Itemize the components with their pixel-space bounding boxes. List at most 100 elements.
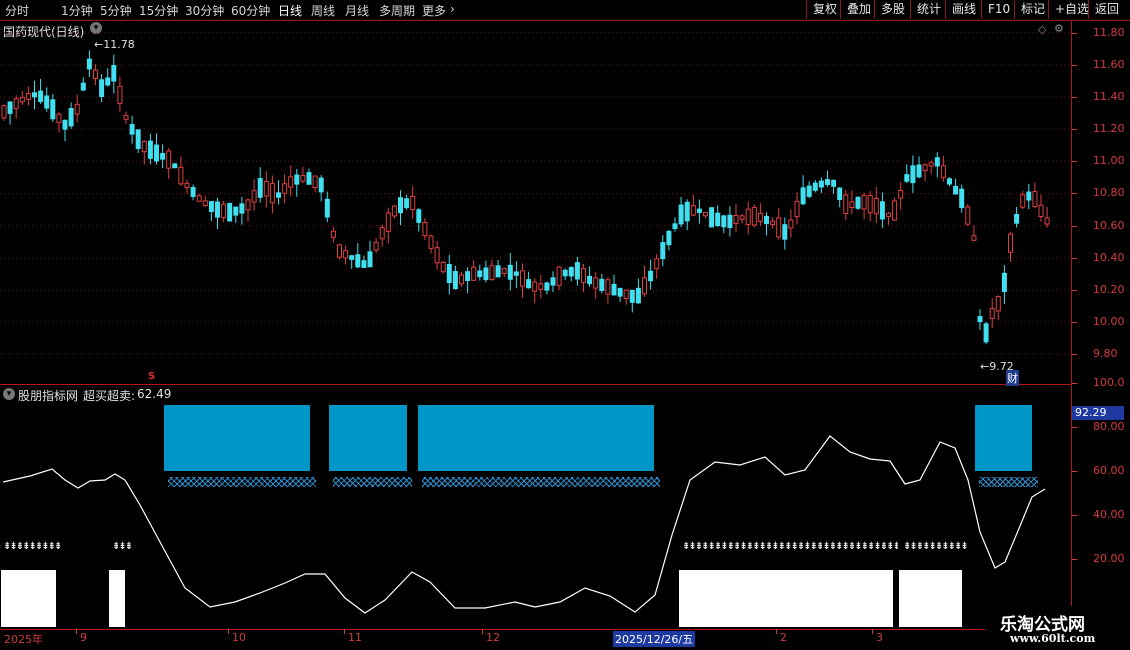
candle — [434, 247, 440, 264]
candle — [190, 186, 196, 197]
period-tab-monthly[interactable]: 月线 — [345, 2, 369, 19]
finance-report-mark[interactable]: 财 — [1006, 370, 1019, 386]
indicator-tick — [1072, 383, 1077, 384]
date-label: 10 — [232, 631, 246, 644]
date-label: 3 — [876, 631, 883, 644]
statistics-button[interactable]: 统计 — [910, 0, 947, 19]
period-tab-1min[interactable]: 1分钟 — [61, 2, 93, 19]
candle — [660, 242, 666, 260]
candle — [593, 277, 599, 289]
candle — [141, 140, 147, 153]
candle — [178, 166, 184, 185]
candle — [916, 164, 922, 178]
candle — [574, 262, 580, 280]
candle — [812, 182, 818, 191]
f10-button[interactable]: F10 — [981, 0, 1016, 19]
candle — [800, 187, 806, 205]
candle — [282, 183, 288, 194]
period-tab-60min[interactable]: 60分钟 — [231, 2, 270, 19]
candle — [794, 200, 800, 218]
overlay-button[interactable]: 叠加 — [840, 0, 877, 19]
candlestick-chart[interactable] — [0, 20, 1072, 384]
candle — [99, 79, 105, 97]
period-tab-daily[interactable]: 日线 — [278, 2, 302, 19]
candle — [330, 230, 336, 238]
multi-stock-button[interactable]: 多股 — [874, 0, 911, 19]
candle — [440, 261, 446, 273]
candle — [922, 164, 928, 172]
restore-rights-button[interactable]: 复权 — [806, 0, 843, 19]
candle — [928, 162, 934, 167]
candle — [806, 185, 812, 197]
arrow-icon: ← — [980, 360, 990, 373]
date-tick — [76, 629, 77, 634]
dividend-mark[interactable]: S — [148, 371, 155, 382]
candle — [696, 208, 702, 214]
candle — [459, 274, 464, 285]
candle — [684, 201, 690, 222]
candle — [117, 85, 123, 104]
candle — [678, 204, 684, 225]
candle — [324, 198, 330, 218]
watermark-url: www.60lt.com — [1010, 632, 1096, 645]
candle — [50, 99, 56, 120]
candle — [751, 206, 757, 226]
chevron-right-icon[interactable]: › — [450, 2, 455, 16]
candle — [843, 194, 849, 215]
price-tick — [1072, 161, 1077, 163]
candle — [544, 282, 550, 291]
candle — [1014, 213, 1020, 224]
candle — [568, 267, 574, 277]
candle — [1038, 204, 1044, 217]
candle — [825, 179, 830, 185]
price-tick-label: 11.40 — [1093, 90, 1125, 104]
candle — [184, 182, 190, 188]
period-tab-fenshi[interactable]: 分时 — [5, 2, 29, 19]
candle — [1026, 191, 1032, 201]
candle — [971, 235, 977, 241]
candle — [562, 269, 568, 277]
arrow-icon: ← — [94, 38, 104, 51]
price-tick — [1072, 64, 1077, 66]
candle — [123, 115, 129, 120]
period-tab-multi[interactable]: 多周期 — [379, 2, 415, 19]
indicator-line-chart[interactable] — [0, 385, 1072, 629]
candle — [538, 283, 544, 290]
candle — [398, 197, 403, 214]
price-tick-label: 11.20 — [1093, 122, 1125, 136]
price-tick — [1072, 321, 1077, 323]
candle — [251, 190, 257, 203]
period-tab-weekly[interactable]: 周线 — [311, 2, 335, 19]
candle — [483, 267, 489, 281]
period-tab-15min[interactable]: 15分钟 — [139, 2, 178, 19]
candle — [513, 271, 519, 276]
mark-button[interactable]: 标记 — [1014, 0, 1051, 19]
candle — [105, 77, 111, 86]
period-tab-30min[interactable]: 30分钟 — [185, 2, 224, 19]
price-tick — [1072, 257, 1077, 259]
price-tick-label: 9.80 — [1093, 347, 1118, 361]
candle — [44, 95, 50, 109]
candle — [629, 289, 635, 303]
draw-line-button[interactable]: 画线 — [945, 0, 982, 19]
candle — [526, 279, 532, 289]
candle — [715, 212, 721, 227]
candle — [605, 279, 611, 295]
period-tab-5min[interactable]: 5分钟 — [100, 2, 132, 19]
price-tick — [1072, 289, 1077, 291]
candle — [611, 283, 617, 296]
candle — [861, 194, 867, 210]
candle — [989, 308, 995, 320]
indicator-tick-label: 80.00 — [1093, 420, 1125, 433]
period-tab-more[interactable]: 更多 — [422, 2, 446, 19]
candle — [581, 267, 586, 283]
candle — [111, 65, 117, 82]
candle — [745, 208, 751, 226]
candle — [788, 219, 794, 229]
candle — [221, 203, 227, 219]
candle — [74, 103, 80, 115]
back-button[interactable]: 返回 — [1088, 0, 1125, 19]
candle — [532, 281, 538, 292]
price-tick-label: 10.80 — [1093, 186, 1125, 200]
candle — [635, 287, 641, 304]
